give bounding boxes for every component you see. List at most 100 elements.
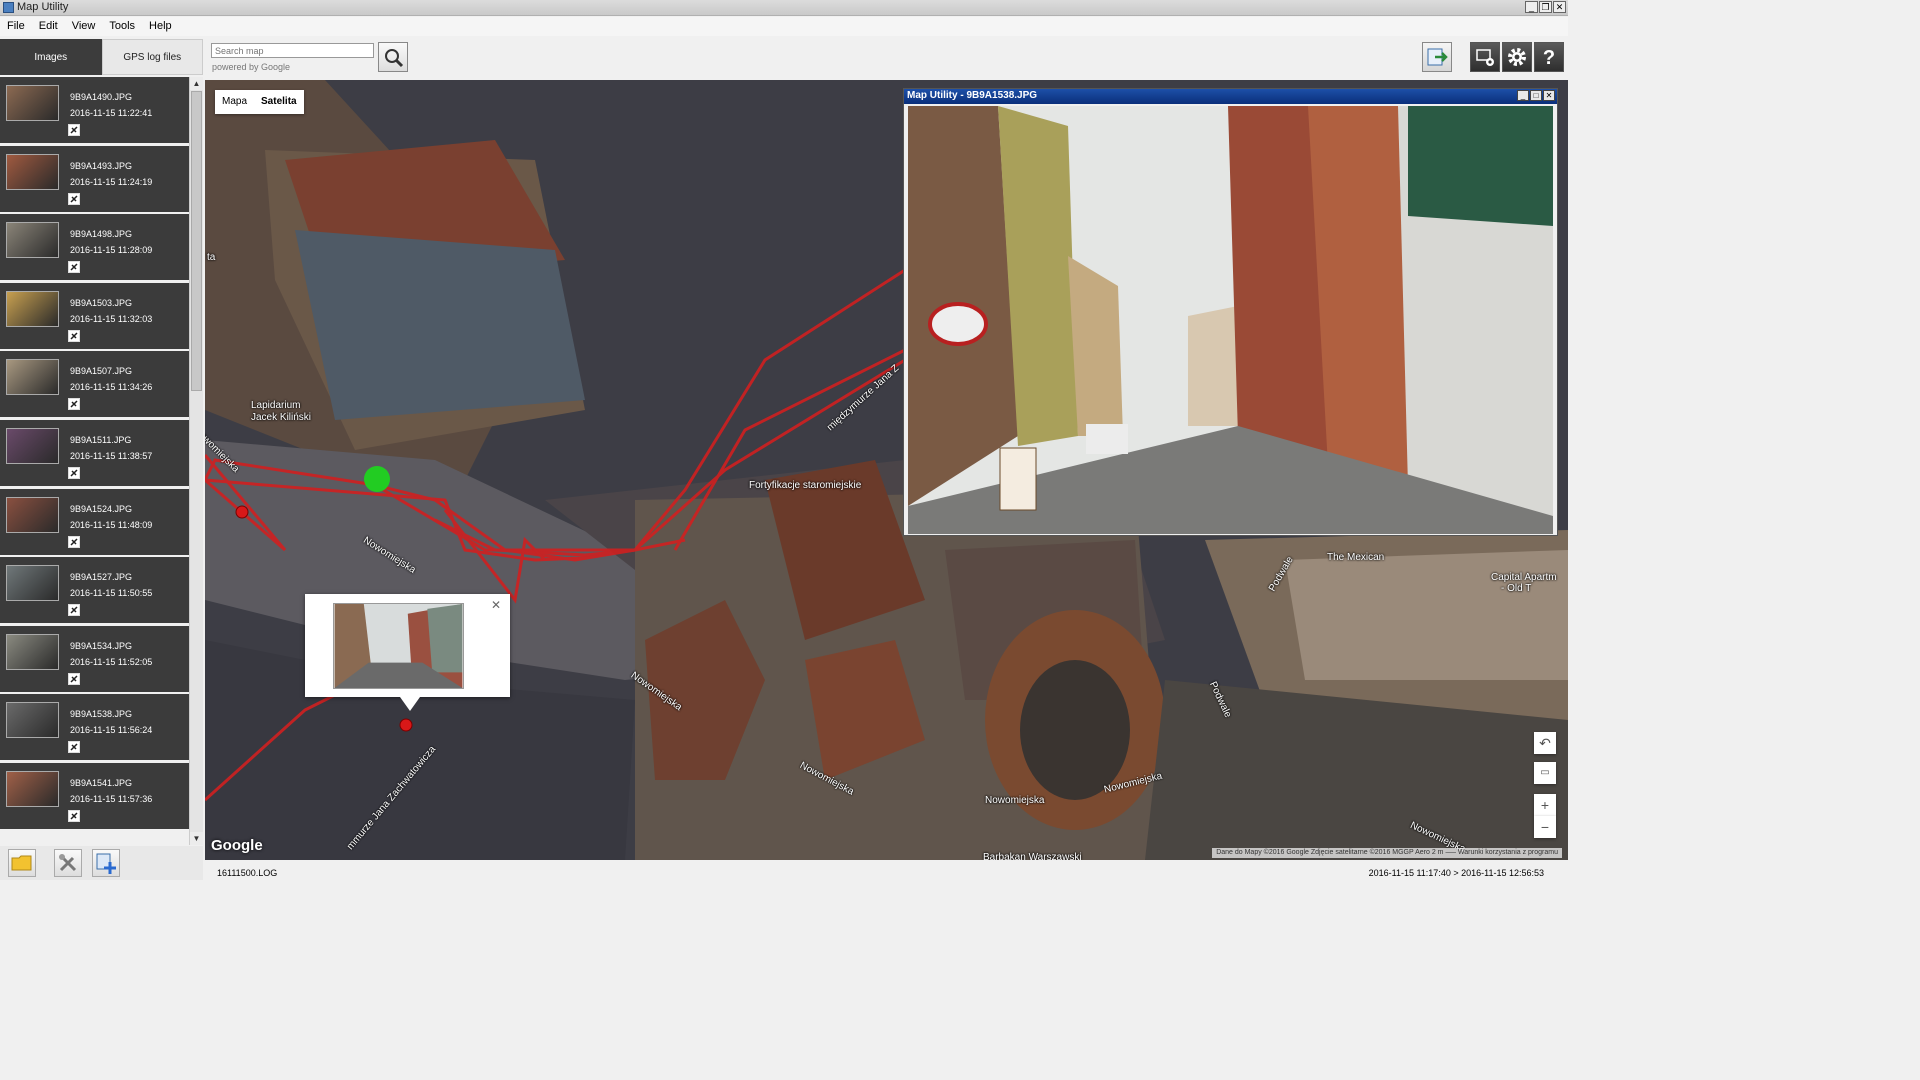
image-list-item[interactable]: 9B9A1507.JPG 2016-11-15 11:34:26 [0, 351, 189, 419]
open-folder-button[interactable] [8, 849, 36, 877]
restore-icon[interactable]: ❐ [1539, 1, 1552, 13]
image-filename: 9B9A1527.JPG [70, 572, 133, 583]
tilt-map-icon[interactable]: ▭ [1534, 762, 1556, 784]
gps-settings-button[interactable] [1470, 42, 1500, 72]
minimize-icon[interactable]: _ [1525, 1, 1538, 13]
menu-file[interactable]: File [0, 17, 32, 36]
app-icon [3, 2, 14, 13]
image-thumbnail [6, 85, 59, 121]
gps-link-icon[interactable] [68, 261, 80, 274]
image-list-item[interactable]: 9B9A1493.JPG 2016-11-15 11:24:19 [0, 145, 189, 213]
image-filename: 9B9A1538.JPG [70, 709, 133, 720]
image-list-item[interactable]: 9B9A1541.JPG 2016-11-15 11:57:36 [0, 763, 189, 830]
image-thumbnail [6, 496, 59, 533]
export-button[interactable] [1422, 42, 1452, 72]
scroll-up-icon[interactable]: ▲ [190, 77, 203, 90]
map-label-capital-apartments: Capital Apartm [1491, 572, 1557, 583]
rotate-map-icon[interactable]: ↶ [1534, 732, 1556, 754]
search-button[interactable] [378, 42, 408, 72]
image-thumbnail [6, 290, 59, 327]
image-list-item[interactable]: 9B9A1490.JPG 2016-11-15 11:22:41 [0, 77, 189, 144]
map-type-mapa[interactable]: Mapa [215, 90, 254, 114]
scroll-thumb[interactable] [191, 91, 202, 391]
add-images-button[interactable] [92, 849, 120, 877]
gps-link-icon[interactable] [68, 672, 80, 685]
image-thumbnail [6, 428, 59, 464]
image-list-item[interactable]: 9B9A1511.JPG 2016-11-15 11:38:57 [0, 420, 189, 487]
status-bar: 16111500.LOG 2016-11-15 11:17:40 > 2016-… [205, 864, 1568, 881]
export-icon [1427, 48, 1448, 66]
map-label-lapidarium-2: Jacek Kiliński [251, 412, 312, 423]
viewer-close-icon[interactable]: ✕ [1543, 90, 1555, 101]
image-filename: 9B9A1493.JPG [70, 160, 133, 171]
image-timestamp: 2016-11-15 11:56:24 [70, 725, 153, 736]
image-list-item[interactable]: 9B9A1534.JPG 2016-11-15 11:52:05 [0, 625, 189, 693]
image-filename: 9B9A1503.JPG [70, 297, 133, 308]
image-viewer-window: Map Utility - 9B9A1538.JPG _ □ ✕ [903, 88, 1558, 536]
image-filename: 9B9A1490.JPG [70, 92, 133, 102]
image-list-scrollbar[interactable]: ▲ ▼ [189, 77, 203, 845]
image-timestamp: 2016-11-15 11:32:03 [70, 313, 153, 324]
viewer-minimize-icon[interactable]: _ [1517, 90, 1529, 101]
tab-gps-log-files[interactable]: GPS log files [101, 39, 203, 75]
gps-link-icon[interactable] [68, 810, 80, 822]
gps-link-icon[interactable] [68, 124, 80, 136]
map-utility-window: Map Utility _ ❐ ✕ File Edit View Tools H… [0, 0, 1568, 881]
svg-text:?: ? [1543, 47, 1555, 69]
gps-link-icon[interactable] [68, 329, 80, 342]
popup-close-icon[interactable]: ✕ [491, 598, 501, 612]
map-label-fortyfikacje: Fortyfikacje staromiejskie [749, 480, 862, 491]
search-map-input[interactable] [211, 43, 374, 58]
unlink-gps-button[interactable] [54, 849, 82, 877]
tab-images[interactable]: Images [0, 39, 102, 75]
window-controls: _ ❐ ✕ [1525, 1, 1566, 13]
add-images-icon [96, 853, 116, 874]
sidebar-tabs: Images GPS log files [0, 39, 203, 75]
google-logo: Google [211, 837, 263, 854]
image-timestamp: 2016-11-15 11:24:19 [70, 176, 153, 187]
search-icon [385, 49, 404, 68]
menu-edit[interactable]: Edit [32, 17, 65, 36]
street-photo [908, 106, 1553, 534]
image-thumbnail [6, 359, 59, 396]
image-list-item[interactable]: 9B9A1527.JPG 2016-11-15 11:50:55 [0, 557, 189, 625]
status-time-range: 2016-11-15 11:17:40 > 2016-11-15 12:56:5… [1368, 868, 1544, 878]
map-type-satelita[interactable]: Satelita [254, 90, 304, 114]
image-viewer-controls: _ □ ✕ [1517, 90, 1555, 101]
map-photo-popup: ✕ [305, 594, 510, 711]
image-viewer-title: Map Utility - 9B9A1538.JPG [904, 89, 1557, 104]
window-title: Map Utility [17, 1, 69, 13]
image-timestamp: 2016-11-15 11:52:05 [70, 656, 153, 667]
gps-link-icon[interactable] [68, 398, 80, 411]
map-attribution: Dane do Mapy ©2016 Google Zdjęcie sateli… [1212, 848, 1562, 858]
image-filename: 9B9A1511.JPG [70, 435, 132, 445]
gps-link-icon[interactable] [68, 467, 80, 479]
zoom-out-button[interactable]: − [1534, 816, 1556, 838]
image-list-item[interactable]: 9B9A1524.JPG 2016-11-15 11:48:09 [0, 488, 189, 556]
scroll-down-icon[interactable]: ▼ [190, 832, 203, 845]
image-filename: 9B9A1541.JPG [70, 778, 133, 788]
image-list-item[interactable]: 9B9A1503.JPG 2016-11-15 11:32:03 [0, 282, 189, 350]
map-label-barbakan: Barbakan Warszawski [983, 852, 1082, 860]
gps-link-icon[interactable] [68, 741, 80, 754]
gps-link-icon[interactable] [68, 604, 80, 617]
viewer-maximize-icon[interactable]: □ [1530, 90, 1542, 101]
menu-tools[interactable]: Tools [102, 17, 142, 36]
help-button[interactable]: ? [1534, 42, 1564, 72]
sidebar-toolbar [0, 846, 203, 880]
gps-link-icon[interactable] [68, 192, 80, 205]
image-list-item[interactable]: 9B9A1498.JPG 2016-11-15 11:28:09 [0, 214, 189, 282]
image-thumbnail [6, 702, 59, 739]
image-thumbnail [6, 633, 59, 670]
image-list-item[interactable]: 9B9A1538.JPG 2016-11-15 11:56:24 [0, 694, 189, 762]
close-icon[interactable]: ✕ [1553, 1, 1566, 13]
menu-view[interactable]: View [65, 17, 103, 36]
map-label-lapidarium: Lapidarium [251, 400, 301, 411]
image-filename: 9B9A1534.JPG [70, 640, 133, 651]
settings-button[interactable] [1502, 42, 1532, 72]
popup-photo-thumbnail[interactable] [333, 603, 464, 689]
zoom-in-button[interactable]: + [1534, 794, 1556, 816]
image-timestamp: 2016-11-15 11:48:09 [70, 519, 153, 530]
gps-link-icon[interactable] [68, 535, 80, 548]
menu-help[interactable]: Help [142, 17, 179, 36]
